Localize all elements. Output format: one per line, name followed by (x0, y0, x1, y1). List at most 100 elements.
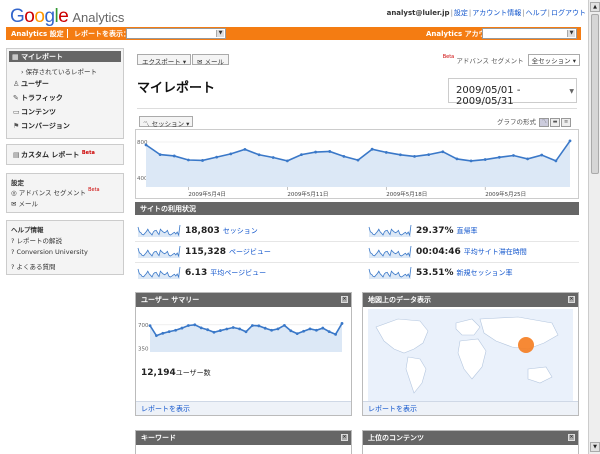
view-report-link[interactable]: レポートを表示 (368, 405, 417, 413)
scrollbar-thumb[interactable] (591, 14, 599, 174)
scroll-down-icon[interactable]: ▼ (590, 442, 600, 452)
close-icon[interactable]: × (568, 434, 575, 441)
world-map[interactable] (368, 309, 573, 401)
data-point (180, 326, 184, 330)
x-tick-label: 2009年5月4日 (188, 190, 226, 198)
y-tick-label: 700 (138, 323, 149, 329)
sparkline-pages-per-visit (137, 266, 181, 279)
sidebar-item-email[interactable]: ✉ メール (11, 198, 38, 208)
data-point (399, 153, 402, 157)
data-point (187, 158, 190, 162)
google-analytics-logo[interactable]: Google Analytics (10, 6, 124, 28)
x-tick-label: 2009年5月25日 (485, 190, 526, 198)
divider (137, 108, 577, 109)
keywords-widget: キーワード × (135, 430, 352, 454)
data-point (229, 152, 233, 156)
user-summary-widget: ユーザー サマリー × 350 700 12,194ユーザー数 レポートを表示 (135, 292, 352, 416)
product-name: Analytics (72, 10, 125, 25)
close-icon[interactable]: × (341, 296, 348, 303)
sparkline-pageviews (137, 245, 181, 258)
sparkline-avg-time (368, 245, 412, 258)
y-tick-label: 350 (138, 347, 149, 353)
data-point (370, 147, 374, 151)
data-point (327, 330, 331, 333)
date-range-picker[interactable]: 2009/05/01 - 2009/05/31 ▼ (448, 78, 577, 107)
x-tick-label: 2009年5月18日 (386, 190, 427, 198)
view-report-link[interactable]: レポートを表示 (141, 405, 190, 413)
data-point (455, 157, 459, 161)
data-point (257, 324, 261, 328)
sessions-chart[interactable]: 400 800 2009年5月4日 2009年5月11日 2009年5月18日 2009年… (135, 129, 579, 199)
divider (135, 241, 579, 242)
map-overlay-header: 地図上のデータ表示 × (363, 293, 578, 307)
data-point (340, 322, 344, 325)
data-point (167, 330, 171, 333)
data-point (308, 327, 312, 331)
data-point (483, 158, 487, 161)
data-point (212, 330, 216, 334)
export-button[interactable]: エクスポート ▾ (137, 54, 192, 66)
graph-format-table-icon[interactable]: ≡ (561, 117, 572, 127)
graph-format-area-icon[interactable]: ▬ (550, 117, 561, 127)
data-point (215, 155, 219, 159)
data-point (243, 147, 247, 151)
sidebar-item-conversion[interactable]: ⚑ コンバージョン (13, 121, 70, 131)
chevron-down-icon: ▾ (182, 58, 187, 66)
data-point (295, 332, 299, 336)
chevron-down-icon: ▼ (569, 88, 574, 95)
series-area (146, 140, 570, 187)
data-point (285, 159, 289, 163)
vertical-scrollbar[interactable]: ▲ ▼ (588, 0, 600, 454)
data-point (283, 323, 286, 327)
metric-select-button[interactable]: 〽 セッション ▾ (139, 116, 194, 128)
line-chart-icon: 〽 (143, 120, 150, 128)
sidebar-item-saved-reports[interactable]: › 保存されているレポート (21, 66, 97, 76)
help-item-faq[interactable]: ? よくある質問 (11, 261, 56, 271)
sidebar-item-content[interactable]: ▭コンテンツ (13, 107, 56, 117)
help-icon: ? (11, 248, 15, 256)
data-point (219, 329, 222, 332)
data-point (263, 326, 267, 330)
data-point (158, 153, 162, 156)
data-point (315, 328, 318, 332)
help-icon: ? (11, 263, 15, 271)
grid-icon: ▦ (12, 53, 22, 61)
account-select[interactable]: ▼ (482, 28, 577, 39)
email-button[interactable]: ✉ メール (192, 54, 230, 66)
sidebar-custom-report: ▤カスタム レポート Beta (6, 144, 124, 165)
close-icon[interactable]: × (568, 296, 575, 303)
help-item-report-guide[interactable]: ? レポートの解説 (11, 235, 62, 245)
sidebar-item-custom-report[interactable]: ▤カスタム レポート Beta (13, 150, 95, 160)
data-point (342, 155, 346, 158)
data-point (427, 153, 431, 156)
user-summary-chart: 350 700 (138, 322, 344, 353)
x-tick-label: 2009年5月11日 (287, 190, 328, 198)
top-content-widget: 上位のコンテンツ × (362, 430, 579, 454)
close-icon[interactable]: × (341, 434, 348, 441)
data-point (328, 150, 332, 153)
sidebar-item-users[interactable]: ♙ ユーザー (13, 79, 49, 89)
logout-link[interactable]: ログアウト (551, 9, 586, 17)
data-point (271, 156, 275, 159)
settings-heading: 設定 (11, 179, 24, 187)
chevron-down-icon: ▼ (216, 30, 224, 37)
account-info-link[interactable]: アカウント情報 (472, 9, 521, 17)
data-point (300, 153, 303, 156)
sidebar-item-traffic[interactable]: ✎ トラフィック (13, 93, 63, 103)
envelope-icon: ✉ (11, 200, 17, 208)
sidebar-item-my-report[interactable]: ▦ マイレポート (9, 51, 121, 62)
top-links: analyst@luler.jp|設定|アカウント情報|ヘルプ|ログアウト (386, 9, 586, 17)
scroll-up-icon[interactable]: ▲ (590, 2, 600, 12)
user-summary-footer: レポートを表示 (136, 401, 351, 415)
graph-format-line-icon[interactable]: 〽 (539, 117, 550, 127)
sidebar-item-advanced-segment[interactable]: ◎ アドバンス セグメント Beta (11, 187, 100, 197)
help-link[interactable]: ヘルプ (526, 9, 547, 17)
data-point (321, 326, 325, 330)
settings-link[interactable]: 設定 (454, 9, 468, 17)
sessions-line-chart: 4008002009年5月4日 2009年5月11日 2009年5月18日 2009年… (137, 139, 572, 198)
segment-select[interactable]: 全セッション ▾ (527, 54, 580, 66)
help-item-conversion-university[interactable]: ? Conversion University (11, 248, 88, 256)
analytics-settings-link[interactable]: Analytics 設定 (11, 29, 64, 39)
report-select[interactable]: ▼ (126, 28, 226, 39)
data-point (540, 153, 544, 157)
